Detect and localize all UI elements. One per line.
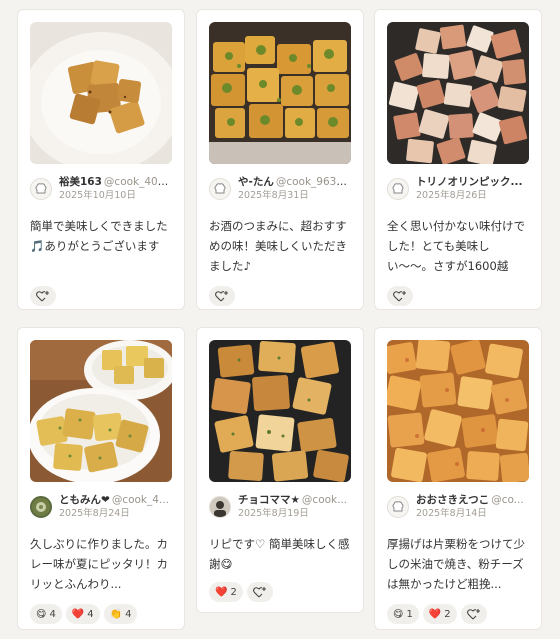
review-comment: 全く思い付かない味付けでした！とても美味しい〜〜。さすが1600越え...: [387, 219, 525, 273]
reaction-clap[interactable]: 👏 4: [103, 604, 138, 624]
author-row[interactable]: おおさきえつこ @co... 2025年8月14日: [387, 494, 529, 520]
add-reaction-button[interactable]: [246, 582, 273, 602]
reaction-count: 4: [49, 608, 56, 620]
yummy-face-icon: 😋: [36, 608, 47, 620]
reaction-heart[interactable]: ❤️ 4: [65, 604, 100, 624]
review-date: 2025年8月14日: [416, 508, 487, 519]
review-date: 2025年8月31日: [238, 190, 309, 201]
author-row[interactable]: チョコママ★ @cook... 2025年8月19日: [209, 494, 351, 520]
author-name[interactable]: ともみん❤: [59, 494, 110, 506]
review-card[interactable]: ともみん❤ @cook_4... 2025年8月24日 久しぶりに作りました。カレ…: [17, 327, 185, 630]
reaction-yummy[interactable]: 😋 4: [30, 604, 62, 624]
author-name[interactable]: チョコママ★: [238, 494, 300, 506]
chef-hat-avatar-icon[interactable]: [387, 496, 409, 518]
review-photo[interactable]: [30, 22, 172, 164]
reactions-row: 😋 1 ❤️ 2: [387, 604, 529, 624]
heart-plus-icon: [215, 291, 228, 302]
author-handle: @cook...: [301, 494, 348, 506]
author-handle: @cook_4...: [111, 494, 169, 506]
user-avatar[interactable]: [209, 496, 231, 518]
author-row[interactable]: トリノオリンピック... 2025年8月26日: [387, 176, 529, 202]
user-avatar[interactable]: [30, 496, 52, 518]
author-name[interactable]: おおさきえつこ: [416, 494, 489, 506]
reactions-row: [30, 286, 172, 306]
heart-icon: ❤️: [71, 608, 85, 620]
clap-icon: 👏: [109, 608, 123, 620]
review-card[interactable]: チョコママ★ @cook... 2025年8月19日 リピです♡ 簡単美味しく感謝…: [196, 327, 364, 613]
review-comment: リピです♡ 簡単美味しく感謝😋: [209, 537, 350, 571]
review-card[interactable]: 裕美163 @cook_402... 2025年10月10日 簡単で美味しくできま…: [17, 9, 185, 310]
reactions-row: ❤️ 2: [209, 582, 351, 602]
heart-icon: ❤️: [215, 586, 228, 598]
yummy-face-icon: 😋: [393, 608, 404, 620]
review-date: 2025年8月19日: [238, 508, 309, 519]
reaction-count: 4: [125, 608, 132, 620]
review-comment: 厚揚げは片栗粉をつけて少しの米油で焼き、粉チーズは無かったけど粗挽...: [387, 537, 525, 591]
reaction-count: 1: [406, 608, 413, 620]
author-handle: @cook_402...: [103, 176, 172, 188]
review-photo[interactable]: [387, 22, 529, 164]
heart-icon: ❤️: [428, 608, 442, 620]
heart-plus-icon: [36, 291, 49, 302]
reaction-count: 2: [230, 586, 237, 598]
review-photo[interactable]: [209, 22, 351, 164]
review-comment: 久しぶりに作りました。カレー味が夏にピッタリ！カリッとふんわり...: [30, 537, 168, 591]
add-reaction-button[interactable]: [209, 286, 235, 306]
author-handle: @co...: [491, 494, 524, 506]
chef-hat-avatar-icon[interactable]: [209, 178, 231, 200]
author-row[interactable]: や-たん @cook_9634... 2025年8月31日: [209, 176, 351, 202]
tsukurepo-grid: 裕美163 @cook_402... 2025年10月10日 簡単で美味しくできま…: [0, 0, 560, 639]
add-reaction-button[interactable]: [387, 286, 413, 306]
review-photo[interactable]: [387, 340, 529, 482]
review-date: 2025年10月10日: [59, 190, 136, 201]
review-photo[interactable]: [30, 340, 172, 482]
review-card[interactable]: や-たん @cook_9634... 2025年8月31日 お酒のつまみに、超おす…: [196, 9, 364, 310]
heart-plus-icon: [393, 291, 406, 302]
reactions-row: [209, 286, 351, 306]
review-date: 2025年8月24日: [59, 508, 130, 519]
add-reaction-button[interactable]: [30, 286, 56, 306]
author-name[interactable]: や-たん: [238, 176, 274, 188]
reaction-count: 4: [87, 608, 94, 620]
author-name[interactable]: トリノオリンピック...: [416, 176, 522, 188]
chef-hat-avatar-icon[interactable]: [30, 178, 52, 200]
reaction-yummy[interactable]: 😋 1: [387, 604, 419, 624]
heart-plus-icon: [252, 587, 266, 598]
author-row[interactable]: 裕美163 @cook_402... 2025年10月10日: [30, 176, 172, 202]
reaction-heart[interactable]: ❤️ 2: [422, 604, 457, 624]
add-reaction-button[interactable]: [460, 604, 487, 624]
review-photo[interactable]: [209, 340, 351, 482]
review-card[interactable]: おおさきえつこ @co... 2025年8月14日 厚揚げは片栗粉をつけて少しの米…: [374, 327, 542, 630]
author-name[interactable]: 裕美163: [59, 176, 102, 188]
review-comment: お酒のつまみに、超おすすめの味！美味しくいただきました♪: [209, 219, 347, 273]
reaction-heart[interactable]: ❤️ 2: [209, 582, 243, 602]
review-comment: 簡単で美味しくできました🎵ありがとうございます: [30, 219, 168, 253]
reaction-count: 2: [444, 608, 451, 620]
reactions-row: 😋 4 ❤️ 4 👏 4: [30, 604, 172, 624]
author-handle: @cook_9634...: [275, 176, 351, 188]
review-card[interactable]: トリノオリンピック... 2025年8月26日 全く思い付かない味付けでした！と…: [374, 9, 542, 310]
author-row[interactable]: ともみん❤ @cook_4... 2025年8月24日: [30, 494, 172, 520]
review-date: 2025年8月26日: [416, 190, 487, 201]
heart-plus-icon: [466, 609, 480, 620]
reactions-row: [387, 286, 529, 306]
chef-hat-avatar-icon[interactable]: [387, 178, 409, 200]
